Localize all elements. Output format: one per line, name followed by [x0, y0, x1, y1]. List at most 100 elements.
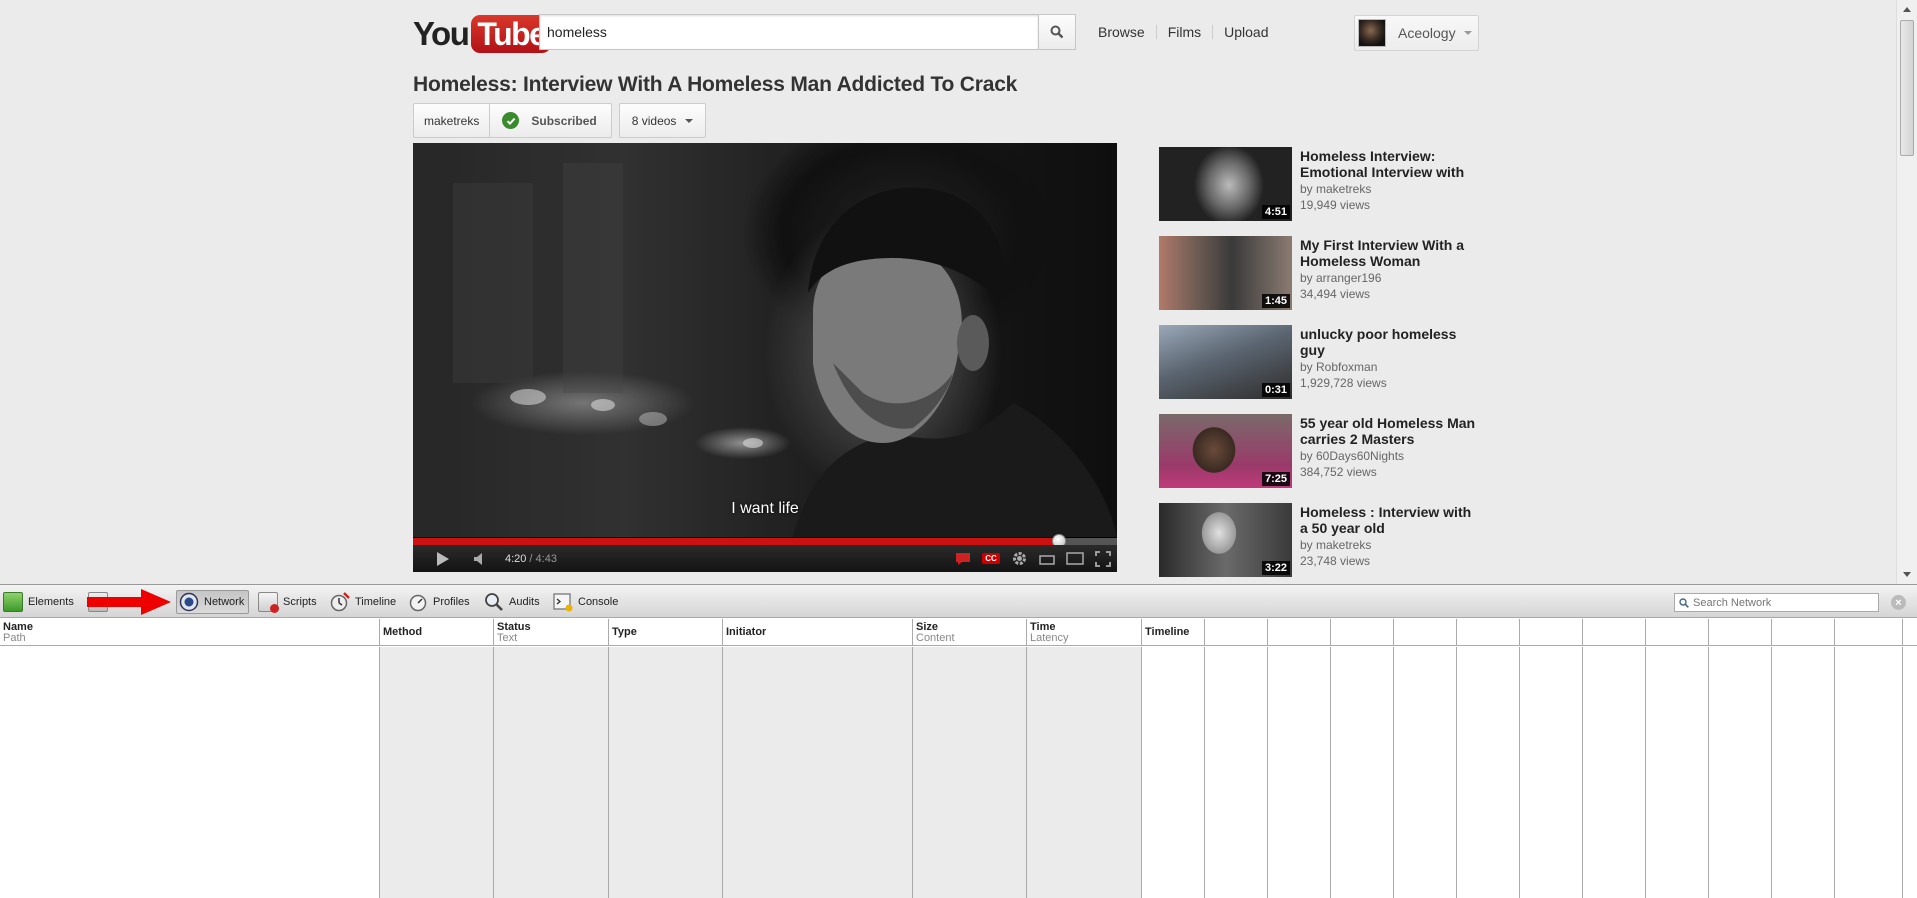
- grid-column: [1331, 647, 1394, 898]
- youtube-page: You Tube Browse Films Upload Aceology Ho…: [0, 0, 1917, 584]
- video-thumbnail[interactable]: 1:45: [1159, 236, 1292, 310]
- small-player-icon[interactable]: [1039, 553, 1055, 565]
- nav-divider: [1212, 25, 1214, 39]
- search-icon: [1679, 597, 1689, 608]
- column-name[interactable]: Name Path: [0, 619, 380, 646]
- grid-column: [0, 647, 380, 898]
- grid-column: [609, 647, 723, 898]
- video-frame[interactable]: I want life: [413, 143, 1117, 537]
- video-duration: 1:45: [1261, 294, 1290, 308]
- video-player[interactable]: I want life 4:20 / 4:43 CC: [413, 143, 1117, 572]
- network-search-input[interactable]: [1693, 596, 1873, 609]
- related-video-title[interactable]: unlucky poor homeless guy: [1300, 326, 1480, 358]
- grid-column: [1772, 647, 1835, 898]
- related-video-item[interactable]: 7:25 55 year old Homeless Man carries 2 …: [1159, 414, 1479, 503]
- scroll-down-icon[interactable]: [1903, 572, 1911, 577]
- video-duration: 3:22: [1261, 561, 1290, 575]
- video-thumbnail[interactable]: 3:22: [1159, 503, 1292, 577]
- tab-scripts[interactable]: Scripts: [258, 590, 317, 614]
- related-video-views: 384,752 views: [1300, 465, 1377, 479]
- annotations-icon[interactable]: [955, 552, 971, 566]
- column-time[interactable]: Time Latency: [1027, 619, 1142, 646]
- column-title: Type: [612, 626, 637, 638]
- tab-profiles[interactable]: Profiles: [408, 590, 470, 614]
- close-icon[interactable]: ×: [1891, 595, 1906, 610]
- related-video-views: 23,748 views: [1300, 554, 1371, 568]
- related-video-author: by maketreks: [1300, 182, 1372, 196]
- search-button[interactable]: [1038, 14, 1076, 50]
- column-size[interactable]: Size Content: [913, 619, 1027, 646]
- tab-label: Network: [204, 596, 245, 608]
- tab-elements[interactable]: Elements: [3, 590, 74, 614]
- grid-column: [913, 647, 1027, 898]
- scroll-up-icon[interactable]: [1903, 7, 1911, 12]
- video-caption: I want life: [731, 500, 799, 517]
- nav-upload-link[interactable]: Upload: [1224, 24, 1268, 40]
- captions-button[interactable]: CC: [982, 553, 1000, 564]
- timeline-divider: [1520, 619, 1583, 646]
- grid-column: [1268, 647, 1331, 898]
- youtube-logo[interactable]: You Tube: [413, 15, 552, 53]
- grid-column: [380, 647, 494, 898]
- column-subtitle: Content: [916, 632, 955, 644]
- subscribed-button[interactable]: Subscribed: [490, 103, 612, 138]
- related-video-item[interactable]: 4:51 Homeless Interview: Emotional Inter…: [1159, 147, 1479, 236]
- checkmark-icon: [502, 112, 520, 129]
- nav-browse-link[interactable]: Browse: [1098, 24, 1145, 40]
- mute-button[interactable]: [465, 545, 495, 572]
- chevron-down-icon: [1463, 31, 1472, 35]
- player-right-controls: CC: [955, 550, 1117, 567]
- related-video-author: by 60Days60Nights: [1300, 449, 1405, 463]
- related-video-item[interactable]: 1:45 My First Interview With a Homeless …: [1159, 236, 1479, 325]
- page-scrollbar[interactable]: [1896, 0, 1917, 584]
- related-video-item[interactable]: 0:31 unlucky poor homeless guy by Robfox…: [1159, 325, 1479, 414]
- search-box: [539, 14, 1076, 50]
- column-method[interactable]: Method: [380, 619, 494, 646]
- volume-icon: [474, 552, 482, 565]
- grid-column: [723, 647, 913, 898]
- tab-network[interactable]: Network: [176, 590, 250, 614]
- tab-console[interactable]: Console: [553, 590, 618, 614]
- tab-timeline[interactable]: Timeline: [330, 590, 396, 614]
- tab-audits[interactable]: Audits: [484, 590, 540, 614]
- play-button[interactable]: [425, 545, 459, 572]
- gear-icon[interactable]: [1011, 550, 1028, 567]
- time-current: 4:20: [505, 552, 527, 565]
- column-timeline[interactable]: Timeline: [1142, 619, 1205, 646]
- column-status[interactable]: Status Text: [494, 619, 609, 646]
- column-initiator[interactable]: Initiator: [723, 619, 913, 646]
- video-thumbnail[interactable]: 0:31: [1159, 325, 1292, 399]
- timeline-divider: [1331, 619, 1394, 646]
- related-video-title[interactable]: My First Interview With a Homeless Woman: [1300, 237, 1480, 269]
- timeline-icon: [330, 592, 350, 612]
- console-icon: [553, 593, 573, 612]
- subscribed-label: Subscribed: [531, 113, 597, 128]
- timeline-divider: [1394, 619, 1457, 646]
- column-type[interactable]: Type: [609, 619, 723, 646]
- related-video-views: 34,494 views: [1300, 287, 1371, 301]
- channel-link[interactable]: maketreks: [413, 103, 491, 138]
- search-input[interactable]: [539, 14, 1038, 50]
- grid-column: [1709, 647, 1772, 898]
- timeline-divider: [1205, 619, 1268, 646]
- related-video-author: by maketreks: [1300, 538, 1372, 552]
- video-thumbnail[interactable]: 4:51: [1159, 147, 1292, 221]
- progress-bar[interactable]: [413, 534, 1117, 548]
- scrollbar-thumb[interactable]: [1900, 20, 1914, 156]
- nav-films-link[interactable]: Films: [1168, 24, 1201, 40]
- related-video-item[interactable]: 3:22 Homeless : Interview with a 50 year…: [1159, 503, 1479, 584]
- video-thumbnail[interactable]: 7:25: [1159, 414, 1292, 488]
- related-video-title[interactable]: 55 year old Homeless Man carries 2 Maste…: [1300, 415, 1480, 447]
- related-video-author: by Robfoxman: [1300, 360, 1378, 374]
- related-video-title[interactable]: Homeless Interview: Emotional Interview …: [1300, 148, 1480, 180]
- user-menu-button[interactable]: Aceology: [1354, 15, 1479, 51]
- logo-you-text: You: [413, 15, 470, 52]
- grid-column: [1520, 647, 1583, 898]
- related-video-title[interactable]: Homeless : Interview with a 50 year old: [1300, 504, 1480, 536]
- videos-dropdown[interactable]: 8 videos: [618, 103, 707, 138]
- large-player-icon[interactable]: [1066, 552, 1084, 565]
- fullscreen-icon[interactable]: [1095, 550, 1111, 567]
- column-title: Name: [3, 621, 33, 633]
- video-frame-image: [413, 143, 1117, 537]
- tab-label: Console: [578, 596, 619, 608]
